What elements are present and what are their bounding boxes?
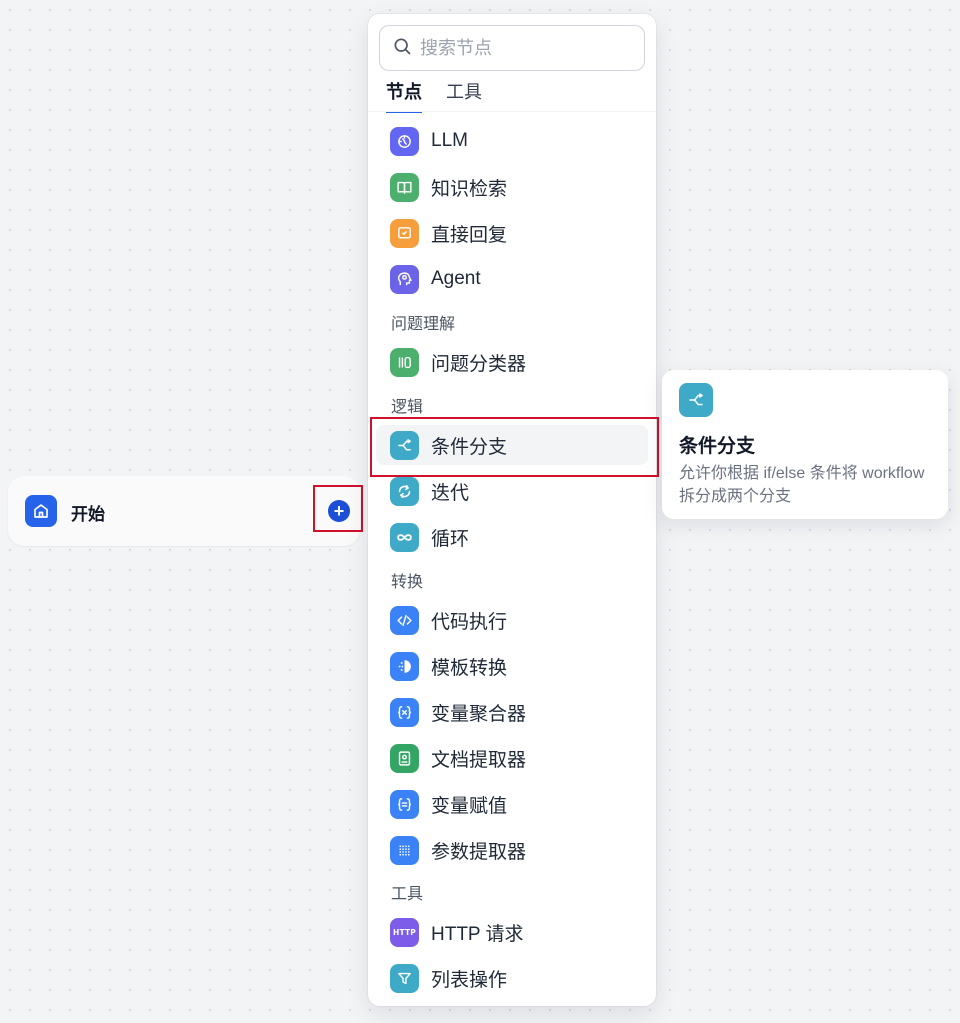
list-item-code[interactable]: 代码执行	[376, 600, 648, 640]
node-tooltip: 条件分支 允许你根据 if/else 条件将 workflow 拆分成两个分支	[662, 370, 948, 519]
list-item-label: Agent	[431, 268, 481, 289]
list-item-knowledge[interactable]: 知识检索	[376, 167, 648, 207]
section-logic: 逻辑	[391, 399, 424, 416]
code-icon	[390, 605, 419, 635]
add-button-highlight	[313, 485, 363, 532]
tab-divider	[368, 111, 656, 112]
list-item-aggregator[interactable]: 变量聚合器	[376, 692, 648, 732]
list-item-label: 知识检索	[431, 178, 508, 200]
start-node-title: 开始	[71, 505, 105, 524]
list-item-listop[interactable]: 列表操作	[376, 958, 648, 998]
classifier-icon	[390, 347, 419, 377]
reply-icon	[390, 218, 419, 248]
http-icon: HTTP	[390, 917, 419, 947]
infinity-icon	[390, 522, 419, 552]
list-item-label: 直接回复	[431, 224, 508, 246]
list-item-agent[interactable]: Agent	[376, 259, 648, 299]
list-item-doc[interactable]: 文档提取器	[376, 738, 648, 778]
list-item-param[interactable]: 参数提取器	[376, 830, 648, 870]
variable-icon	[390, 697, 419, 727]
template-icon	[390, 651, 419, 681]
home-icon	[25, 495, 57, 527]
list-item-label: 问题分类器	[431, 353, 527, 375]
search-input[interactable]	[418, 36, 622, 60]
list-item-iteration[interactable]: 迭代	[376, 471, 648, 511]
list-item-label: 模板转换	[431, 657, 508, 679]
search-box[interactable]	[379, 25, 645, 71]
list-item-label: LLM	[431, 130, 468, 151]
list-item-assign[interactable]: 变量赋值	[376, 784, 648, 824]
list-item-classifier[interactable]: 问题分类器	[376, 342, 648, 382]
section-question: 问题理解	[391, 316, 456, 333]
llm-icon	[390, 126, 419, 156]
tooltip-description: 允许你根据 if/else 条件将 workflow 拆分成两个分支	[679, 465, 925, 505]
node-selector-panel: 节点 工具 LLM 知识检索 直接回复 Agent	[368, 14, 656, 1006]
selected-item-highlight	[370, 417, 659, 477]
list-item-llm[interactable]: LLM	[376, 121, 648, 161]
list-item-label: 文档提取器	[431, 749, 527, 771]
list-item-label: 变量聚合器	[431, 703, 527, 725]
tab-tools[interactable]: 工具	[446, 78, 482, 113]
filter-icon	[390, 963, 419, 993]
list-item-answer[interactable]: 直接回复	[376, 213, 648, 253]
iteration-icon	[390, 476, 419, 506]
list-item-label: 列表操作	[431, 969, 508, 991]
document-icon	[390, 743, 419, 773]
panel-tabs: 节点 工具	[386, 78, 482, 113]
section-transform: 转换	[391, 574, 424, 591]
list-item-label: 代码执行	[431, 611, 508, 633]
list-item-label: 迭代	[431, 482, 470, 504]
branch-icon	[679, 383, 713, 417]
assign-icon	[390, 789, 419, 819]
start-node[interactable]: 开始	[8, 476, 360, 546]
list-item-http[interactable]: HTTP HTTP 请求	[376, 912, 648, 952]
list-item-loop[interactable]: 循环	[376, 517, 648, 557]
parameter-icon	[390, 835, 419, 865]
tab-nodes[interactable]: 节点	[386, 78, 422, 113]
list-item-template[interactable]: 模板转换	[376, 646, 648, 686]
agent-icon	[390, 264, 419, 294]
list-item-label: 循环	[431, 528, 470, 550]
tooltip-title: 条件分支	[679, 436, 756, 457]
http-badge-text: HTTP	[393, 927, 416, 937]
list-item-label: HTTP 请求	[431, 923, 524, 945]
list-item-label: 变量赋值	[431, 795, 508, 817]
section-tools: 工具	[391, 886, 424, 903]
list-item-label: 参数提取器	[431, 841, 527, 863]
book-icon	[390, 172, 419, 202]
search-icon	[392, 36, 412, 61]
